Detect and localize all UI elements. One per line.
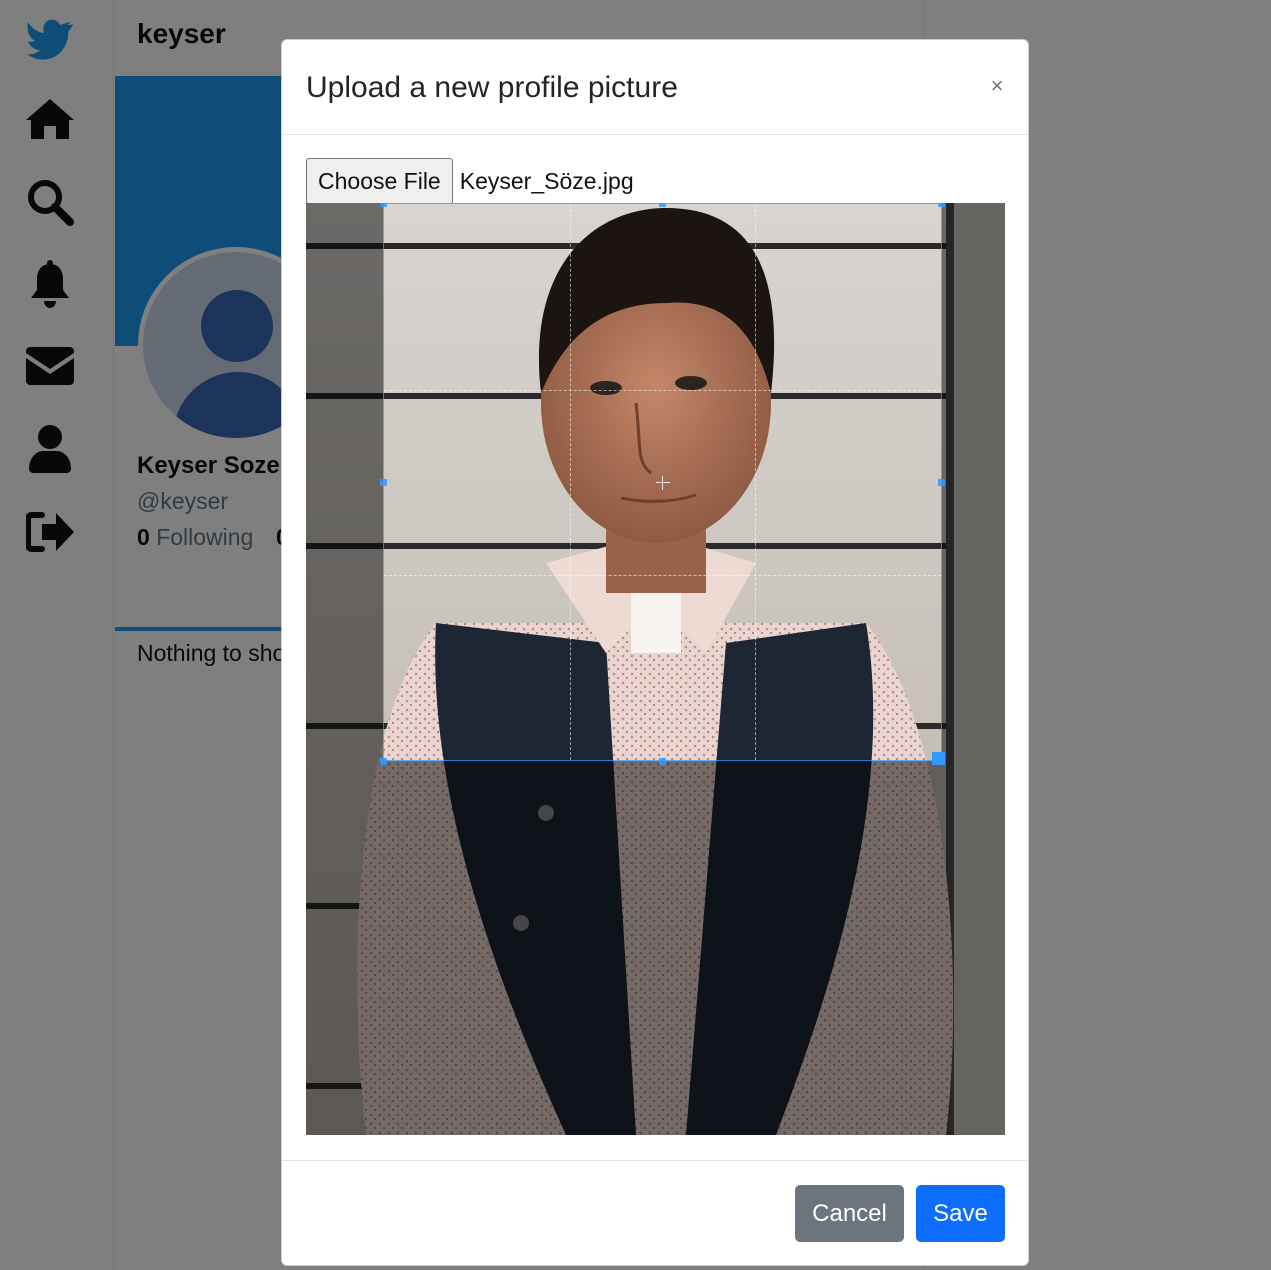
crop-handle-n[interactable] [659, 203, 666, 207]
crop-center-icon [656, 476, 670, 490]
modal-title: Upload a new profile picture [306, 71, 678, 104]
crop-handle-w[interactable] [380, 479, 387, 486]
crop-handle-e[interactable] [938, 479, 945, 486]
cancel-button[interactable]: Cancel [795, 1185, 904, 1242]
crop-guide-line [755, 204, 756, 760]
crop-guide-line [570, 204, 571, 760]
crop-guide-line [384, 390, 941, 391]
crop-handle-s[interactable] [659, 758, 666, 765]
close-button[interactable]: × [984, 72, 1010, 100]
crop-guide-line [384, 575, 941, 576]
file-input[interactable]: Choose File Keyser_Söze.jpg [306, 158, 634, 204]
modal-header: Upload a new profile picture × [282, 40, 1028, 135]
upload-profile-picture-modal: Upload a new profile picture × Choose Fi… [281, 39, 1029, 1266]
crop-handle-nw[interactable] [380, 203, 387, 207]
selected-file-name: Keyser_Söze.jpg [459, 167, 634, 194]
choose-file-button[interactable]: Choose File [306, 158, 453, 204]
crop-handle-ne[interactable] [938, 203, 945, 207]
crop-handle-sw[interactable] [380, 758, 387, 765]
crop-selection[interactable] [380, 203, 945, 765]
modal-footer: Cancel Save [282, 1160, 1028, 1265]
image-cropper[interactable] [306, 203, 1005, 1135]
save-button[interactable]: Save [916, 1185, 1005, 1242]
crop-handle-se[interactable] [932, 752, 945, 765]
